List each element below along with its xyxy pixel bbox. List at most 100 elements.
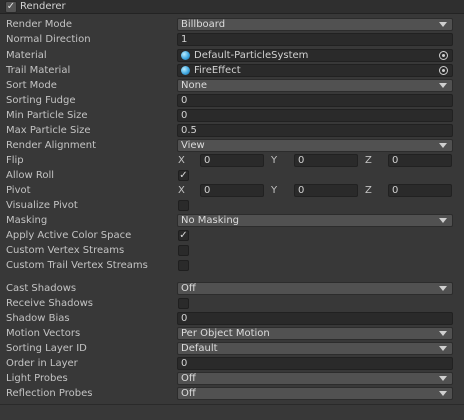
allow-roll-checkbox[interactable]: ✓: [178, 170, 189, 181]
masking-label: Masking: [6, 215, 48, 226]
material-row: Material Default-ParticleSystem: [0, 48, 464, 63]
reflection-probes-row: Reflection Probes Off: [0, 386, 464, 401]
shadow-bias-row: Shadow Bias 0: [0, 311, 464, 326]
max-particle-size-row: Max Particle Size 0.5: [0, 123, 464, 138]
pivot-z-field[interactable]: 0: [388, 184, 452, 197]
apply-active-color-space-label: Apply Active Color Space: [6, 230, 132, 241]
render-alignment-dropdown[interactable]: View: [177, 139, 453, 152]
material-asset-icon: [181, 51, 190, 60]
dropdown-arrow-icon: [439, 22, 447, 27]
renderer-enabled-checkbox[interactable]: ✓: [5, 1, 17, 13]
custom-trail-vertex-streams-row: Custom Trail Vertex Streams: [0, 258, 464, 273]
motion-vectors-value: Per Object Motion: [181, 328, 270, 339]
sorting-layer-id-value: Default: [181, 343, 218, 354]
max-particle-size-field[interactable]: 0.5: [177, 124, 453, 137]
render-mode-row: Render Mode Billboard: [0, 17, 464, 32]
custom-trail-vertex-streams-checkbox[interactable]: [178, 260, 189, 271]
trail-material-object-field[interactable]: FireEffect: [177, 64, 453, 77]
custom-vertex-streams-row: Custom Vertex Streams: [0, 243, 464, 258]
object-picker-icon[interactable]: [439, 66, 448, 75]
dropdown-arrow-icon: [439, 218, 447, 223]
sorting-fudge-field[interactable]: 0: [177, 94, 453, 107]
dropdown-arrow-icon: [439, 143, 447, 148]
dropdown-arrow-icon: [439, 83, 447, 88]
pivot-y-field[interactable]: 0: [294, 184, 358, 197]
dropdown-arrow-icon: [439, 286, 447, 291]
visualize-pivot-checkbox[interactable]: [178, 200, 189, 211]
render-mode-dropdown[interactable]: Billboard: [177, 18, 453, 31]
sorting-layer-id-label: Sorting Layer ID: [6, 343, 87, 354]
min-particle-size-field[interactable]: 0: [177, 109, 453, 122]
trail-material-row: Trail Material FireEffect: [0, 63, 464, 78]
material-value: Default-ParticleSystem: [194, 50, 309, 61]
light-probes-row: Light Probes Off: [0, 371, 464, 386]
flip-label: Flip: [6, 155, 24, 166]
allow-roll-label: Allow Roll: [6, 170, 55, 181]
dropdown-arrow-icon: [439, 346, 447, 351]
receive-shadows-row: Receive Shadows: [0, 296, 464, 311]
receive-shadows-label: Receive Shadows: [6, 298, 93, 309]
reflection-probes-label: Reflection Probes: [6, 388, 93, 399]
light-probes-label: Light Probes: [6, 373, 68, 384]
cast-shadows-value: Off: [181, 283, 196, 294]
flip-x-field[interactable]: 0: [200, 154, 264, 167]
custom-trail-vertex-streams-label: Custom Trail Vertex Streams: [6, 260, 148, 271]
masking-dropdown[interactable]: No Masking: [177, 214, 453, 227]
flip-x-label: X: [178, 155, 185, 166]
dropdown-arrow-icon: [439, 391, 447, 396]
dropdown-arrow-icon: [439, 376, 447, 381]
light-probes-value: Off: [181, 373, 196, 384]
pivot-row: Pivot X 0 Y 0 Z 0: [0, 183, 464, 198]
receive-shadows-checkbox[interactable]: [178, 298, 189, 309]
normal-direction-label: Normal Direction: [6, 34, 91, 45]
masking-value: No Masking: [181, 215, 239, 226]
min-particle-size-label: Min Particle Size: [6, 110, 88, 121]
order-in-layer-label: Order in Layer: [6, 358, 78, 369]
motion-vectors-dropdown[interactable]: Per Object Motion: [177, 327, 453, 340]
visualize-pivot-label: Visualize Pivot: [6, 200, 78, 211]
shadow-bias-field[interactable]: 0: [177, 312, 453, 325]
pivot-y-label: Y: [271, 185, 278, 196]
order-in-layer-field[interactable]: 0: [177, 357, 453, 370]
render-alignment-label: Render Alignment: [6, 140, 97, 151]
sort-mode-dropdown[interactable]: None: [177, 79, 453, 92]
sorting-layer-id-dropdown[interactable]: Default: [177, 342, 453, 355]
flip-row: Flip X 0 Y 0 Z 0: [0, 153, 464, 168]
flip-z-field[interactable]: 0: [388, 154, 452, 167]
flip-y-label: Y: [271, 155, 278, 166]
section-divider: [0, 404, 464, 405]
material-object-field[interactable]: Default-ParticleSystem: [177, 49, 453, 62]
flip-y-field[interactable]: 0: [294, 154, 358, 167]
renderer-module-header[interactable]: ✓ Renderer: [0, 0, 464, 14]
sorting-fudge-row: Sorting Fudge 0: [0, 93, 464, 108]
min-particle-size-row: Min Particle Size 0: [0, 108, 464, 123]
reflection-probes-value: Off: [181, 388, 196, 399]
dropdown-arrow-icon: [439, 331, 447, 336]
object-picker-icon[interactable]: [439, 51, 448, 60]
cast-shadows-label: Cast Shadows: [6, 283, 77, 294]
apply-active-color-space-row: Apply Active Color Space ✓: [0, 228, 464, 243]
normal-direction-field[interactable]: 1: [177, 33, 453, 46]
render-mode-value: Billboard: [181, 19, 226, 30]
motion-vectors-label: Motion Vectors: [6, 328, 81, 339]
sort-mode-value: None: [181, 80, 208, 91]
apply-active-color-space-checkbox[interactable]: ✓: [178, 230, 189, 241]
renderer-module-title: Renderer: [20, 1, 66, 12]
trail-material-value: FireEffect: [194, 65, 241, 76]
render-mode-label: Render Mode: [6, 19, 73, 30]
shadow-bias-label: Shadow Bias: [6, 313, 70, 324]
motion-vectors-row: Motion Vectors Per Object Motion: [0, 326, 464, 341]
custom-vertex-streams-checkbox[interactable]: [178, 245, 189, 256]
reflection-probes-dropdown[interactable]: Off: [177, 387, 453, 400]
light-probes-dropdown[interactable]: Off: [177, 372, 453, 385]
allow-roll-row: Allow Roll ✓: [0, 168, 464, 183]
visualize-pivot-row: Visualize Pivot: [0, 198, 464, 213]
pivot-z-label: Z: [365, 185, 372, 196]
masking-row: Masking No Masking: [0, 213, 464, 228]
material-label: Material: [6, 50, 47, 61]
trail-material-label: Trail Material: [6, 65, 71, 76]
sort-mode-label: Sort Mode: [6, 80, 57, 91]
render-alignment-row: Render Alignment View: [0, 138, 464, 153]
cast-shadows-dropdown[interactable]: Off: [177, 282, 453, 295]
pivot-x-field[interactable]: 0: [200, 184, 264, 197]
